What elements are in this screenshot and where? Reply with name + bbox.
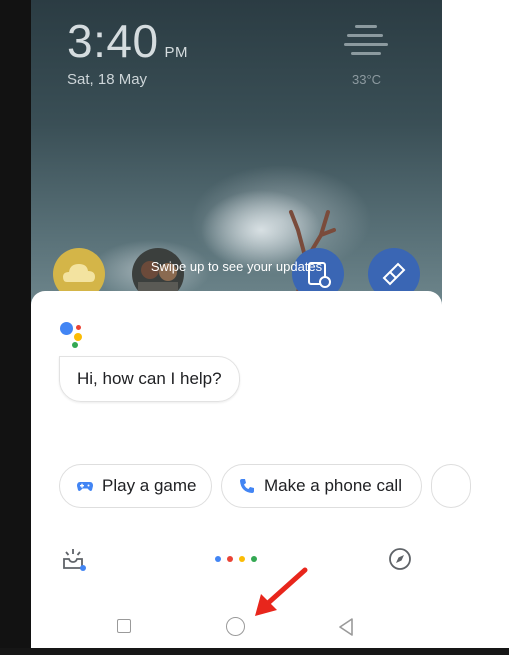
haze-weather-icon bbox=[344, 25, 388, 61]
explore-compass-icon[interactable] bbox=[388, 547, 412, 571]
navigation-bar bbox=[31, 609, 442, 643]
google-assistant-icon bbox=[60, 321, 86, 348]
assistant-sheet: Hi, how can I help? Play a game Make a p… bbox=[31, 291, 471, 651]
assistant-dots-icon[interactable] bbox=[214, 555, 264, 563]
gamepad-icon bbox=[77, 482, 93, 491]
swipe-up-hint: Swipe up to see your updates bbox=[150, 259, 323, 274]
suggestion-label: Make a phone call bbox=[264, 476, 402, 495]
assistant-greeting: Hi, how can I help? bbox=[59, 356, 240, 402]
home-icon[interactable] bbox=[226, 617, 245, 636]
logo-dot-blue bbox=[60, 322, 73, 335]
clock-ampm: PM bbox=[164, 44, 189, 61]
lock-date: Sat, 18 May bbox=[67, 71, 148, 88]
clock-time: 3:40 bbox=[67, 15, 159, 67]
phone-icon bbox=[240, 479, 254, 493]
recents-icon[interactable] bbox=[117, 619, 131, 633]
back-icon[interactable] bbox=[337, 617, 355, 637]
suggestion-phone-call[interactable]: Make a phone call bbox=[221, 464, 422, 508]
logo-dot-red bbox=[76, 325, 81, 330]
lock-clock: 3:40 PM bbox=[67, 14, 188, 68]
suggestion-play-game[interactable]: Play a game bbox=[59, 464, 212, 508]
device-bezel bbox=[0, 0, 31, 655]
logo-dot-green bbox=[72, 342, 78, 348]
red-arrow-icon bbox=[255, 567, 308, 616]
weather-temperature: 33°C bbox=[352, 72, 382, 87]
suggestion-more-chip[interactable] bbox=[431, 464, 471, 508]
logo-dot-yellow bbox=[74, 333, 82, 341]
updates-inbox-icon[interactable] bbox=[61, 547, 87, 573]
device-bottom-bezel bbox=[0, 648, 509, 655]
suggestion-label: Play a game bbox=[102, 476, 197, 495]
